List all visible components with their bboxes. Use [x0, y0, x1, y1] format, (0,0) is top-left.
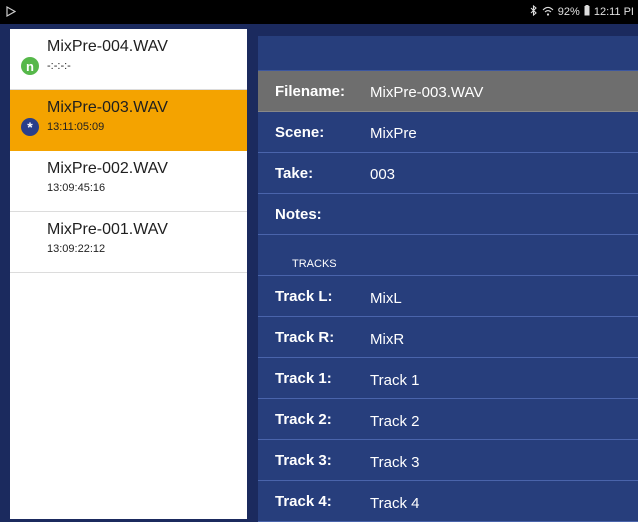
- track-value: Track 2: [370, 413, 420, 430]
- track-label: Track L:: [275, 288, 333, 305]
- track-value: MixL: [370, 290, 402, 307]
- file-name: MixPre-001.WAV: [47, 221, 168, 238]
- filename-label: Filename:: [275, 83, 346, 100]
- file-name: MixPre-003.WAV: [47, 99, 168, 116]
- file-list[interactable]: n MixPre-004.WAV -:-:-:- * MixPre-003.WA…: [10, 29, 247, 519]
- track-value: Track 4: [370, 495, 420, 512]
- notes-row[interactable]: Notes:: [258, 194, 638, 235]
- file-timecode: 13:09:45:16: [47, 182, 106, 194]
- track-row[interactable]: Track 3: Track 3: [258, 440, 638, 481]
- track-label: Track 3:: [275, 452, 332, 469]
- filename-value: MixPre-003.WAV: [370, 84, 484, 101]
- file-name: MixPre-002.WAV: [47, 160, 168, 177]
- bluetooth-icon: [530, 4, 538, 19]
- track-row[interactable]: Track L: MixL: [258, 276, 638, 317]
- track-label: Track 4:: [275, 493, 332, 510]
- metadata-panel: Filename: MixPre-003.WAV Scene: MixPre T…: [258, 36, 638, 522]
- list-item[interactable]: n MixPre-004.WAV -:-:-:-: [10, 29, 247, 90]
- list-item[interactable]: * MixPre-003.WAV 13:11:05:09: [10, 90, 247, 151]
- battery-percent: 92%: [557, 6, 580, 18]
- take-label: Take:: [275, 165, 314, 182]
- scene-label: Scene:: [275, 124, 325, 141]
- status-icons: 92% 12:11 PI: [530, 4, 634, 19]
- notes-label: Notes:: [275, 206, 322, 223]
- take-value: 003: [370, 166, 396, 183]
- scene-value: MixPre: [370, 125, 417, 142]
- track-row[interactable]: Track 4: Track 4: [258, 481, 638, 522]
- filename-row[interactable]: Filename: MixPre-003.WAV: [258, 71, 638, 112]
- tracks-section-label: TRACKS: [292, 258, 337, 270]
- scene-row[interactable]: Scene: MixPre: [258, 112, 638, 153]
- list-item[interactable]: MixPre-002.WAV 13:09:45:16: [10, 151, 247, 212]
- track-label: Track 1:: [275, 370, 332, 387]
- clock: 12:11 PI: [593, 6, 634, 18]
- track-value: MixR: [370, 331, 405, 348]
- track-row[interactable]: Track 2: Track 2: [258, 399, 638, 440]
- file-name: MixPre-004.WAV: [47, 38, 168, 55]
- list-item[interactable]: MixPre-001.WAV 13:09:22:12: [10, 212, 247, 273]
- file-timecode: 13:09:22:12: [47, 243, 106, 255]
- track-label: Track R:: [275, 329, 335, 346]
- play-store-icon: [6, 5, 17, 20]
- track-value: Track 3: [370, 454, 420, 471]
- wifi-icon: [542, 6, 554, 19]
- track-row[interactable]: Track 1: Track 1: [258, 358, 638, 399]
- track-label: Track 2:: [275, 411, 332, 428]
- track-row[interactable]: Track R: MixR: [258, 317, 638, 358]
- file-timecode: -:-:-:-: [47, 60, 71, 72]
- battery-icon: [584, 5, 590, 19]
- track-value: Track 1: [370, 372, 420, 389]
- panel-header: [258, 36, 638, 71]
- asterisk-icon: *: [21, 118, 39, 136]
- file-timecode: 13:11:05:09: [47, 121, 105, 133]
- new-indicator-icon: n: [21, 57, 39, 75]
- take-row[interactable]: Take: 003: [258, 153, 638, 194]
- status-bar: 92% 12:11 PI: [0, 0, 638, 24]
- tracks-section-header: TRACKS: [258, 235, 638, 276]
